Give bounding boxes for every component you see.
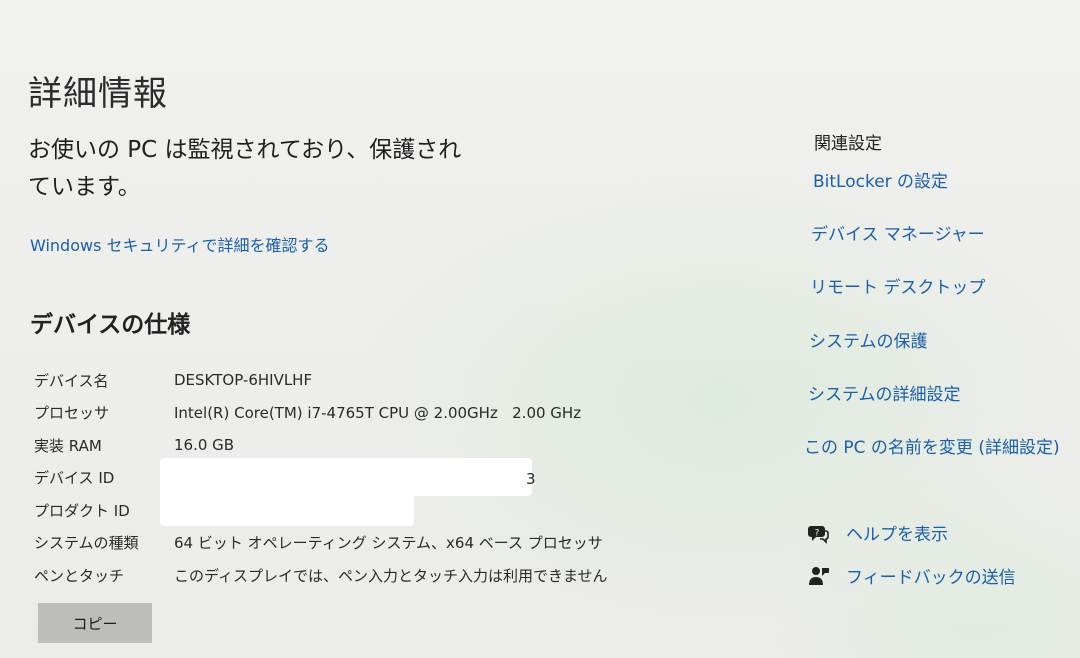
- windows-security-link[interactable]: Windows セキュリティで詳細を確認する: [30, 232, 330, 256]
- show-help-link[interactable]: ? ヘルプを表示: [808, 520, 948, 545]
- advanced-system-settings-link[interactable]: システムの詳細設定: [808, 380, 961, 405]
- related-settings-panel: 関連設定 BitLocker の設定 デバイス マネージャー リモート デスクト…: [804, 0, 1080, 658]
- rename-pc-link[interactable]: この PC の名前を変更 (詳細設定): [804, 433, 1060, 458]
- spec-label: デバイス ID: [34, 469, 115, 488]
- spec-value: Intel(R) Core(TM) i7-4765T CPU @ 2.00GHz…: [174, 403, 582, 422]
- spec-row-pen-touch: ペンとタッチ このディスプレイでは、ペン入力とタッチ入力は利用できません: [34, 559, 608, 592]
- spec-value: このディスプレイでは、ペン入力とタッチ入力は利用できません: [174, 566, 608, 585]
- spec-label: ペンとタッチ: [34, 566, 125, 585]
- device-id-visible-tail: 3: [526, 470, 536, 488]
- show-help-label: ヘルプを表示: [846, 525, 948, 545]
- spec-row-device-name: デバイス名 DESKTOP-6HIVLHF: [34, 364, 608, 397]
- send-feedback-label: フィードバックの送信: [846, 568, 1016, 588]
- protection-message: お使いの PC は監視されており、保護されています。: [28, 137, 462, 200]
- spec-value: 64 ビット オペレーティング システム、x64 ベース プロセッサ: [174, 534, 603, 553]
- feedback-icon: [808, 565, 830, 587]
- spec-label: システムの種類: [34, 534, 139, 553]
- related-settings-title: 関連設定: [814, 134, 882, 154]
- remote-desktop-link[interactable]: リモート デスクトップ: [810, 273, 985, 298]
- spec-value: 16.0 GB: [174, 436, 235, 455]
- spec-label: 実装 RAM: [34, 436, 102, 455]
- device-specs-title: デバイスの仕様: [30, 312, 191, 338]
- spec-row-processor: プロセッサ Intel(R) Core(TM) i7-4765T CPU @ 2…: [34, 397, 608, 430]
- redaction-box: [160, 492, 414, 526]
- page-title: 詳細情報: [28, 74, 168, 114]
- svg-text:?: ?: [815, 528, 820, 538]
- send-feedback-link[interactable]: フィードバックの送信: [808, 563, 1016, 588]
- system-protection-link[interactable]: システムの保護: [809, 327, 928, 352]
- spec-row-ram: 実装 RAM 16.0 GB: [34, 429, 608, 462]
- spec-label: デバイス名: [34, 371, 109, 390]
- about-page: 詳細情報 お使いの PC は監視されており、保護されています。 Windows …: [0, 0, 1080, 658]
- spec-label: プロダクト ID: [34, 501, 130, 520]
- help-icon: ?: [808, 522, 830, 544]
- bitlocker-settings-link[interactable]: BitLocker の設定: [813, 167, 948, 192]
- copy-button[interactable]: コピー: [38, 603, 152, 643]
- redaction-box: [160, 458, 532, 496]
- spec-label: プロセッサ: [34, 404, 110, 423]
- device-manager-link[interactable]: デバイス マネージャー: [811, 220, 985, 245]
- spec-value: DESKTOP-6HIVLHF: [174, 371, 313, 390]
- spec-row-system-type: システムの種類 64 ビット オペレーティング システム、x64 ベース プロセ…: [34, 527, 608, 560]
